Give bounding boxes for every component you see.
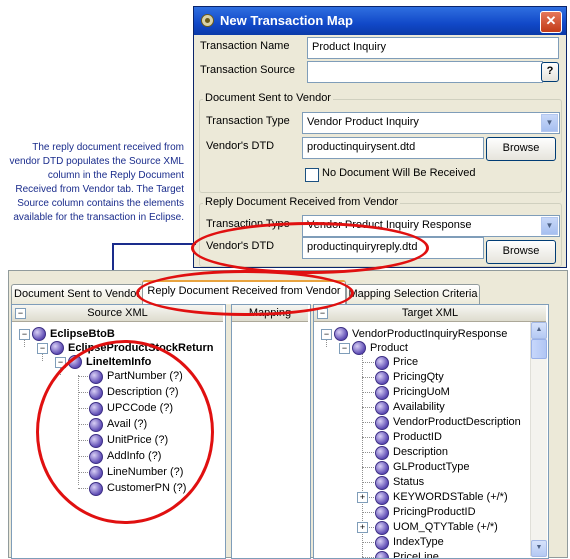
xml-element-icon	[375, 521, 389, 535]
close-icon[interactable]: ✕	[540, 11, 562, 33]
scroll-down-icon[interactable]: ▼	[531, 540, 547, 557]
collapse-icon[interactable]: −	[321, 329, 332, 340]
target-item-node[interactable]: PricingQty	[393, 370, 444, 384]
target-item-node[interactable]: PricingProductID	[393, 505, 476, 519]
xml-element-icon	[375, 506, 389, 520]
sent-transaction-type-select[interactable]: Vendor Product Inquiry ▼	[302, 112, 560, 134]
xml-element-icon	[375, 491, 389, 505]
xml-element-icon	[375, 476, 389, 490]
expand-icon[interactable]: +	[357, 522, 368, 533]
target-item-node[interactable]: Description	[393, 445, 448, 459]
target-child-node[interactable]: Product	[370, 341, 408, 355]
collapse-icon[interactable]: −	[37, 343, 48, 354]
target-item-node[interactable]: Status	[393, 475, 424, 489]
xml-element-icon	[32, 327, 46, 341]
xml-element-icon	[375, 536, 389, 550]
highlight-ellipse-tab	[136, 270, 354, 316]
transaction-source-label: Transaction Source	[200, 64, 295, 76]
sent-transaction-type-value: Vendor Product Inquiry	[307, 116, 419, 128]
transaction-source-field[interactable]	[307, 61, 543, 83]
expand-icon[interactable]: +	[357, 492, 368, 503]
xml-element-icon	[375, 356, 389, 370]
xml-element-icon	[375, 416, 389, 430]
target-item-node[interactable]: IndexType	[393, 535, 444, 549]
target-xml-header-label: Target XML	[401, 307, 459, 319]
highlight-ellipse-source	[36, 340, 214, 524]
xml-element-icon	[50, 341, 64, 355]
collapse-icon[interactable]: −	[19, 329, 30, 340]
xml-element-icon	[352, 341, 366, 355]
callout-annotation: The reply document received from vendor …	[9, 142, 184, 223]
target-item-node[interactable]: Availability	[393, 400, 445, 414]
target-item-node[interactable]: KEYWORDSTable (+/*)	[393, 490, 508, 504]
mapping-pane[interactable]: Mapping	[231, 304, 311, 559]
xml-element-icon	[375, 431, 389, 445]
app-icon	[201, 14, 214, 27]
target-xml-header: − Target XML	[314, 305, 546, 322]
sent-dtd-label: Vendor's DTD	[206, 140, 275, 152]
target-item-node[interactable]: GLProductType	[393, 460, 469, 474]
collapse-icon[interactable]: −	[339, 343, 350, 354]
target-root-node[interactable]: VendorProductInquiryResponse	[352, 327, 507, 341]
highlight-ellipse-dtd	[191, 222, 429, 274]
xml-element-icon	[375, 401, 389, 415]
tab-mapping-selection[interactable]: Mapping Selection Criteria	[346, 284, 480, 304]
scroll-thumb[interactable]	[531, 339, 547, 359]
scroll-up-icon[interactable]: ▲	[531, 322, 547, 339]
document-sent-group-title: Document Sent to Vendor	[203, 92, 333, 104]
source-xml-header-label: Source XML	[87, 307, 148, 319]
xml-element-icon	[334, 327, 348, 341]
target-item-node[interactable]: PricingUoM	[393, 385, 450, 399]
dialog-title-bar[interactable]: New Transaction Map ✕	[194, 7, 566, 35]
help-icon[interactable]: ?	[541, 62, 559, 82]
collapse-icon[interactable]: −	[15, 308, 26, 319]
reply-document-group-title: Reply Document Received from Vendor	[203, 196, 401, 208]
tab-document-sent[interactable]: Document Sent to Vendor	[11, 284, 143, 304]
target-item-node[interactable]: UOM_QTYTable (+/*)	[393, 520, 498, 534]
target-item-node[interactable]: Price	[393, 355, 418, 369]
sent-browse-button[interactable]: Browse	[486, 137, 556, 161]
target-scrollbar[interactable]: ▲ ▼	[530, 322, 547, 557]
target-item-node[interactable]: VendorProductDescription	[393, 415, 521, 429]
target-item-node[interactable]: ProductID	[393, 430, 442, 444]
xml-element-icon	[375, 371, 389, 385]
transaction-name-field[interactable]: Product Inquiry	[307, 37, 559, 59]
xml-element-icon	[375, 461, 389, 475]
target-xml-pane[interactable]: − Target XML − VendorProductInquiryRespo…	[313, 304, 549, 559]
reply-browse-button[interactable]: Browse	[486, 240, 556, 264]
dialog-title: New Transaction Map	[220, 13, 353, 28]
no-document-checkbox[interactable]	[305, 168, 319, 182]
sent-transaction-type-label: Transaction Type	[206, 115, 290, 127]
dropdown-arrow-icon[interactable]: ▼	[541, 114, 558, 132]
sent-dtd-field[interactable]: productinquirysent.dtd	[302, 137, 484, 159]
source-root-node[interactable]: EclipseBtoB	[50, 327, 115, 341]
xml-element-icon	[375, 386, 389, 400]
no-document-label: No Document Will Be Received	[322, 167, 476, 179]
transaction-name-label: Transaction Name	[200, 40, 290, 52]
xml-element-icon	[375, 446, 389, 460]
dropdown-arrow-icon[interactable]: ▼	[541, 217, 558, 235]
